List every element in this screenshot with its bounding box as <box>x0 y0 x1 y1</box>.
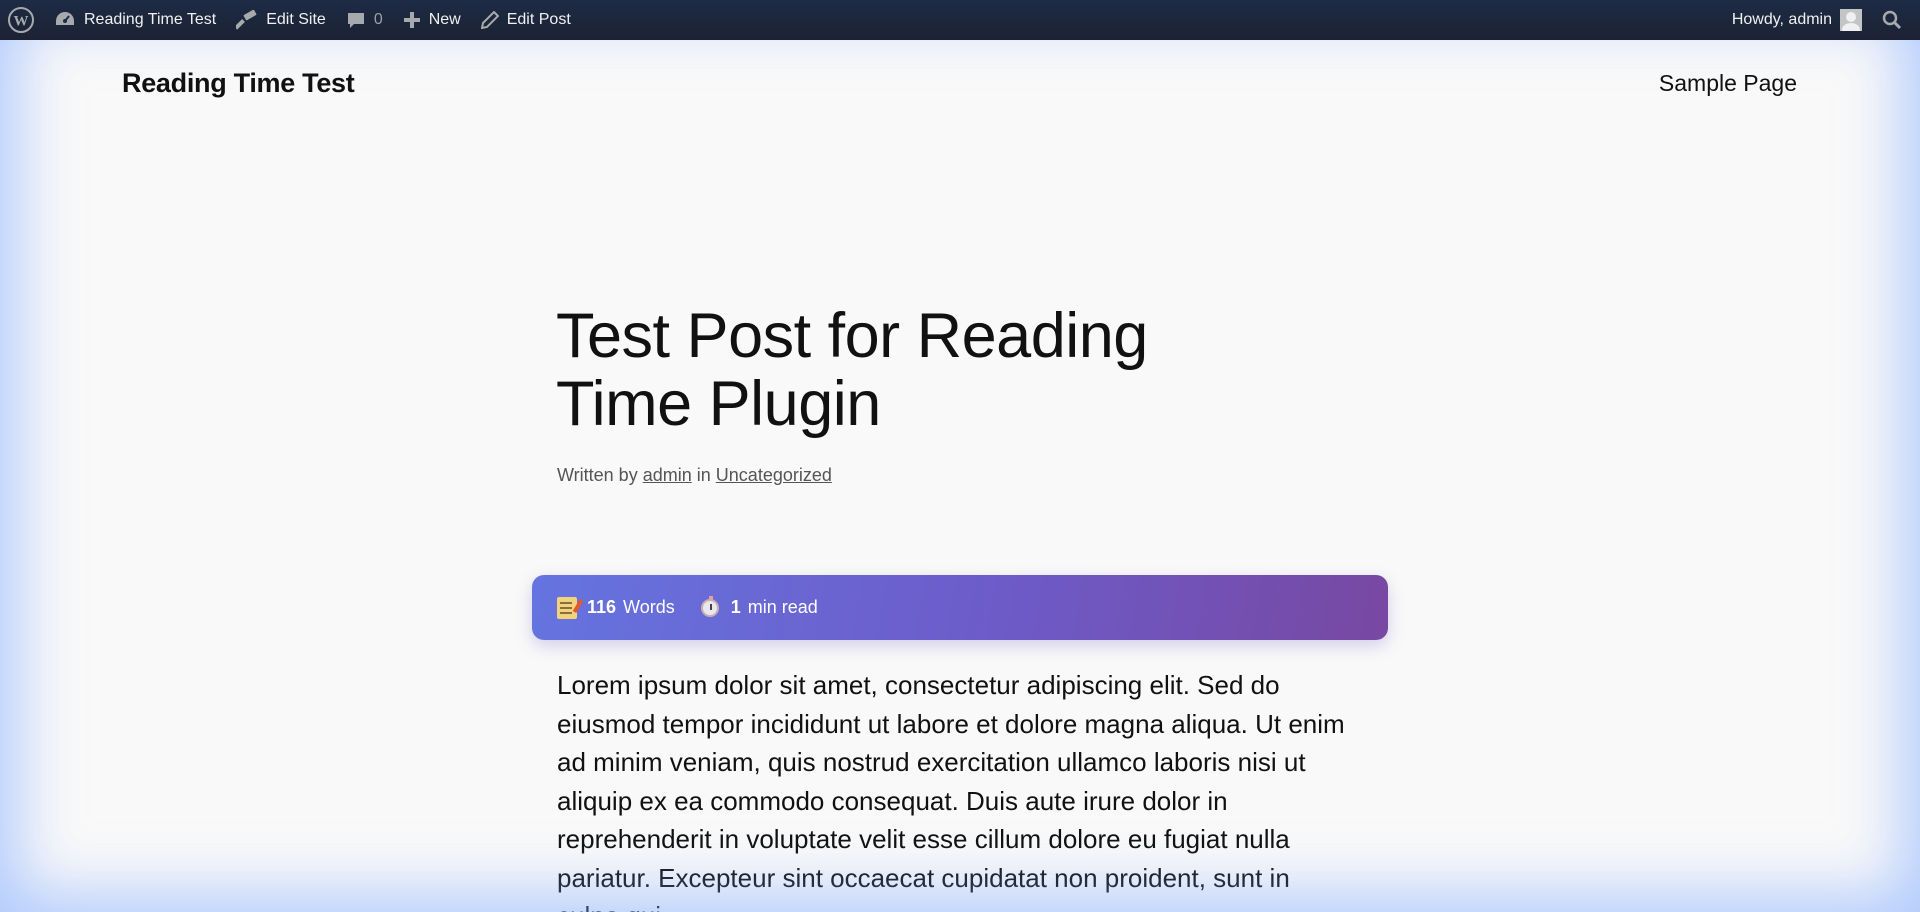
comments-count: 0 <box>373 11 383 28</box>
avatar <box>1840 9 1862 31</box>
new-label: New <box>428 11 461 28</box>
greeting-label: Howdy, admin <box>1731 11 1832 28</box>
word-count-label: Words <box>623 597 675 617</box>
edit-site-label: Edit Site <box>266 11 326 28</box>
search-icon <box>1882 10 1902 30</box>
post-body-paragraph: Lorem ipsum dolor sit amet, consectetur … <box>557 670 1345 912</box>
word-count: 116 Words <box>557 596 675 619</box>
category-link[interactable]: Uncategorized <box>716 465 832 485</box>
nav-item-sample-page[interactable]: Sample Page <box>1659 70 1797 97</box>
svg-text:W: W <box>14 14 29 30</box>
edit-post-link[interactable]: Edit Post <box>471 0 581 40</box>
hammer-icon <box>236 10 257 30</box>
memo-icon <box>557 596 577 619</box>
post-title: Test Post for Reading Time Plugin <box>556 301 1148 439</box>
comments-link[interactable]: 0 <box>336 0 393 40</box>
plus-icon <box>403 12 420 28</box>
author-link[interactable]: admin <box>643 465 692 485</box>
wp-logo-button[interactable]: W <box>0 0 44 40</box>
dashboard-icon <box>56 12 74 25</box>
meta-in: in <box>696 465 711 485</box>
read-time-label: min read <box>747 597 818 617</box>
word-count-value: 116 <box>587 597 617 617</box>
meta-prefix: Written by <box>557 465 638 485</box>
stopwatch-icon <box>700 595 719 617</box>
new-content-menu[interactable]: New <box>393 0 471 40</box>
account-menu[interactable]: Howdy, admin <box>1722 0 1872 40</box>
admin-bar: W Reading Time Test Edit Site 0 New Edit… <box>0 0 1920 40</box>
wordpress-logo-icon: W <box>8 7 34 33</box>
post-meta: Written by admin in Uncategorized <box>557 465 832 486</box>
site-name-label: Reading Time Test <box>84 11 217 28</box>
edit-post-label: Edit Post <box>506 11 571 28</box>
search-button[interactable] <box>1872 0 1920 40</box>
pencil-icon <box>480 11 499 29</box>
site-name-menu[interactable]: Reading Time Test <box>44 0 226 40</box>
site-title[interactable]: Reading Time Test <box>122 68 355 99</box>
site-header: Reading Time Test Sample Page <box>0 40 1920 130</box>
read-time-value: 1 <box>730 597 741 617</box>
comment-icon <box>347 13 364 28</box>
edit-site-link[interactable]: Edit Site <box>226 0 336 40</box>
reading-time-box: 116 Words 1 min read <box>532 575 1388 640</box>
read-time: 1 min read <box>700 595 818 618</box>
